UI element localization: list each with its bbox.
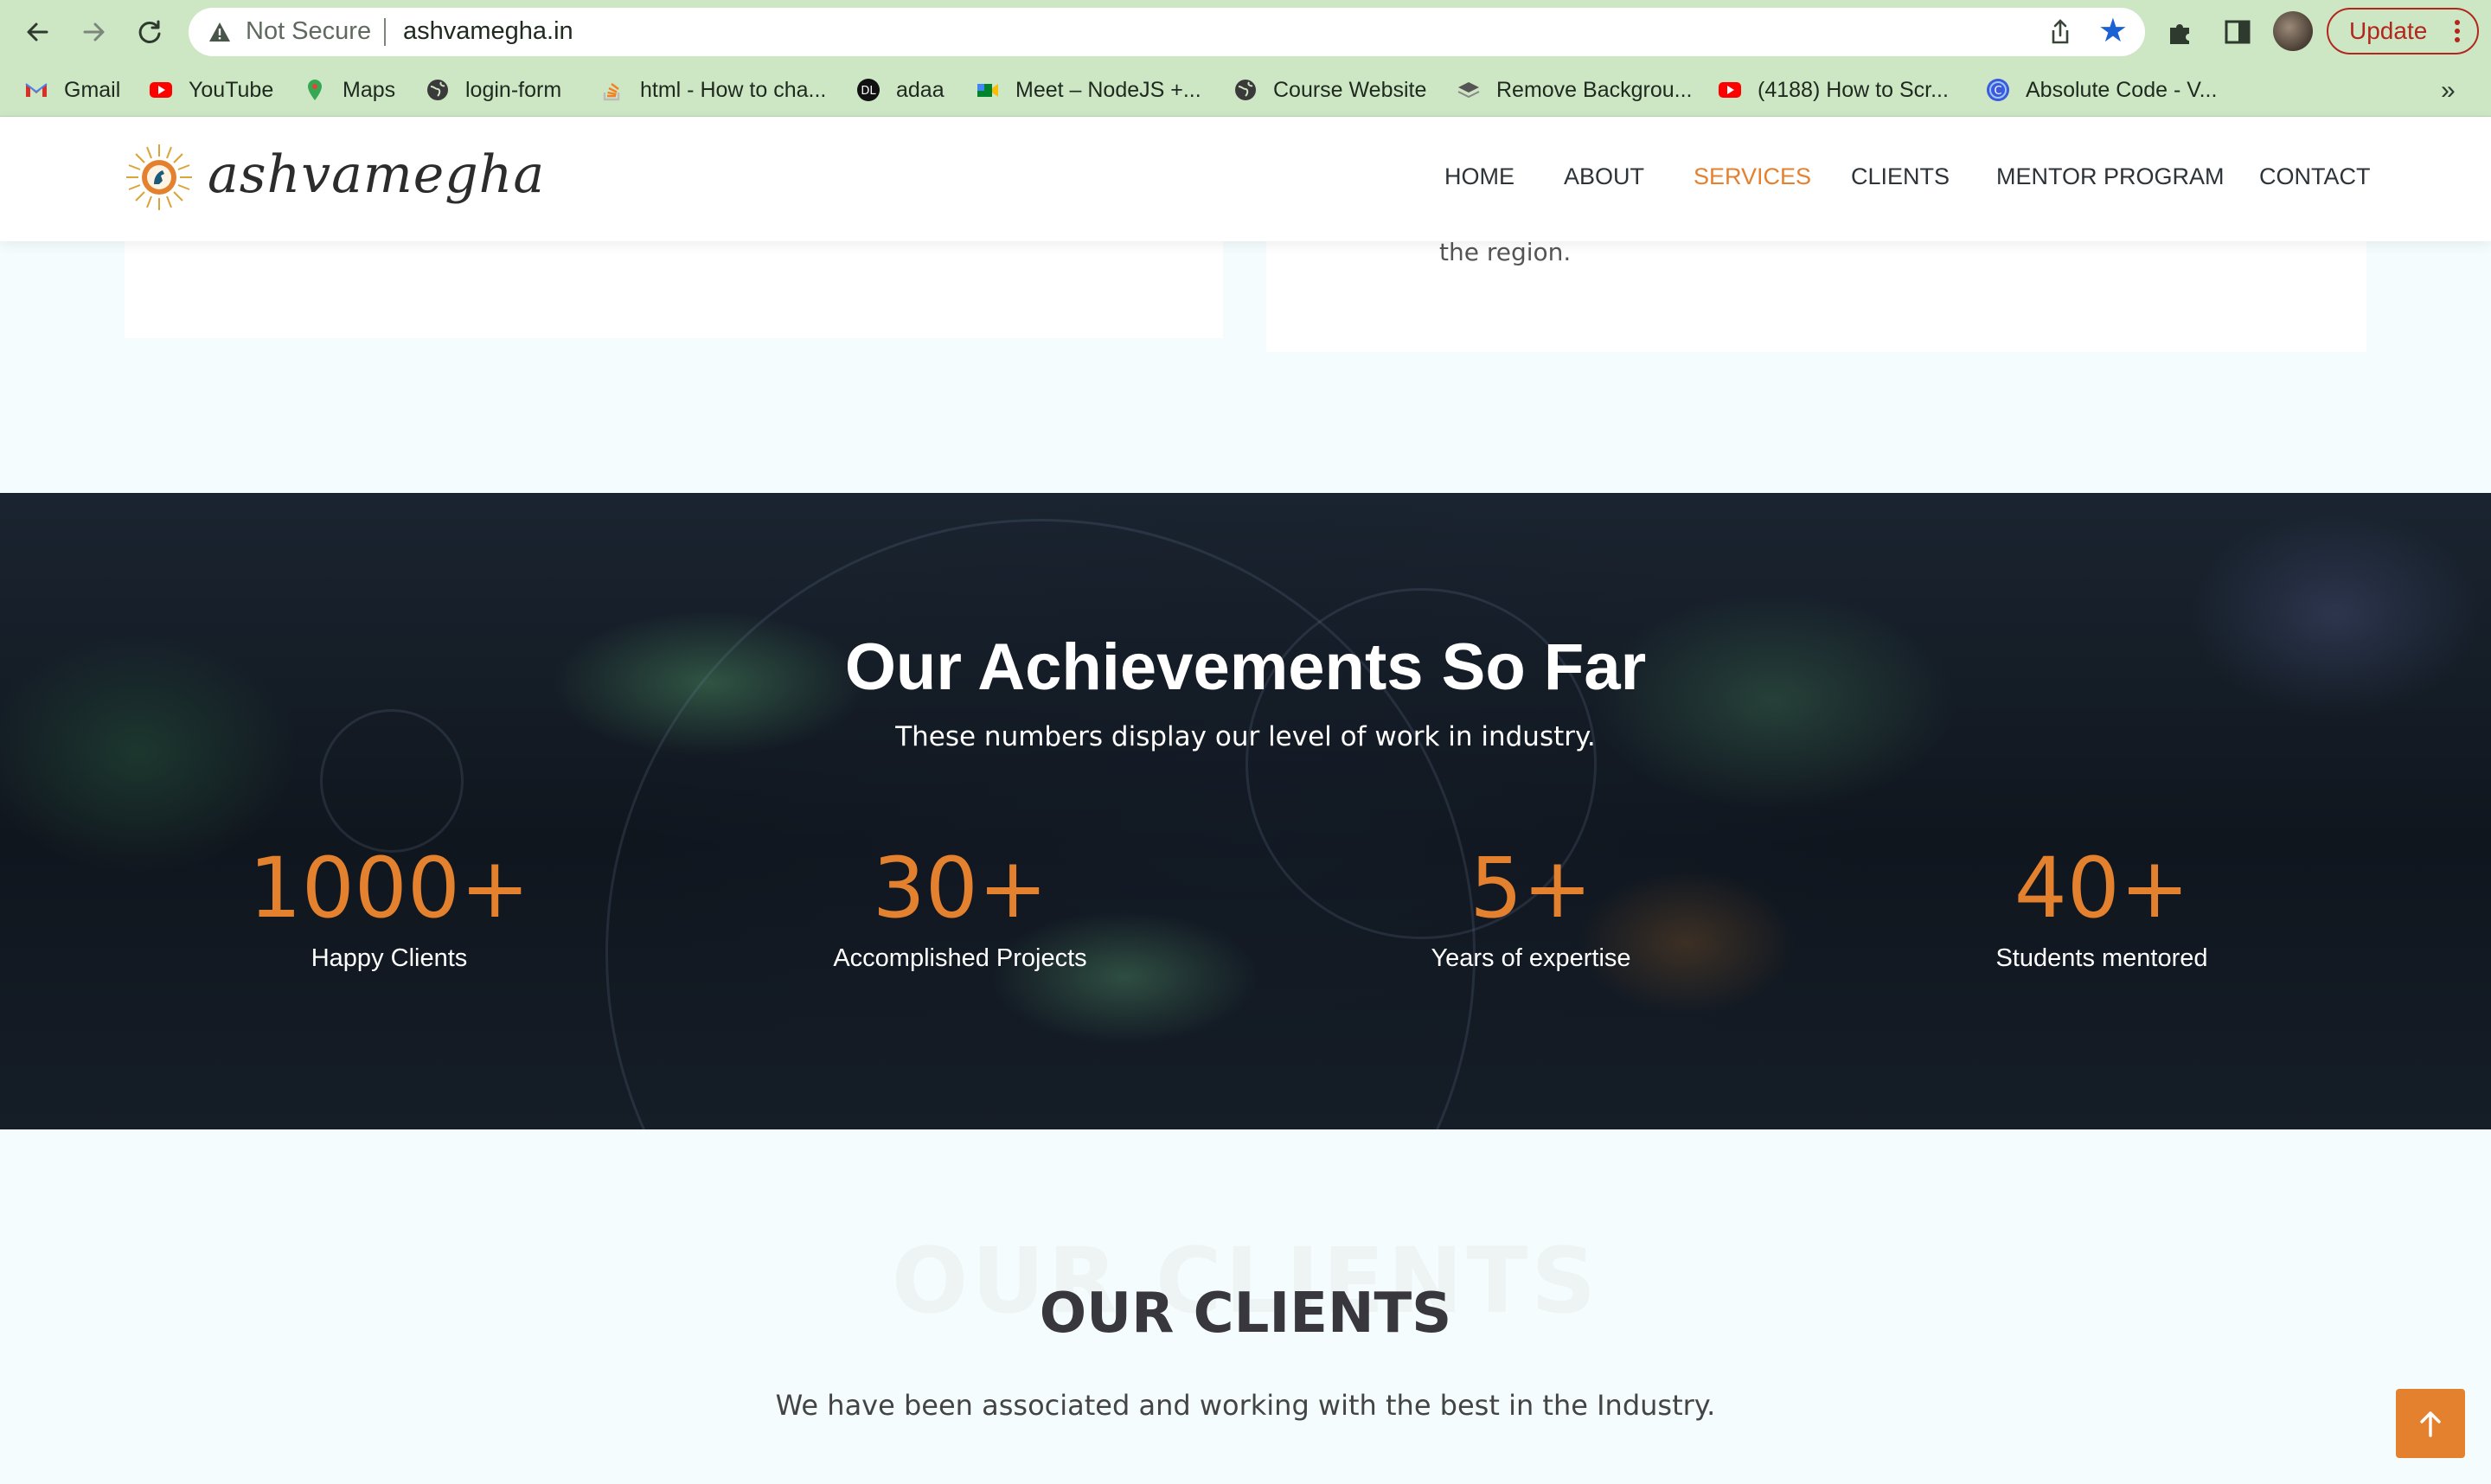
- service-card-text: the region.: [1439, 238, 1572, 266]
- bookmark-login-form[interactable]: login-form: [426, 76, 561, 104]
- bookmark-label: html - How to cha...: [640, 77, 827, 102]
- nav-services[interactable]: SERVICES: [1694, 163, 1811, 190]
- achievements-subtitle: These numbers display our level of work …: [895, 721, 1596, 752]
- stat-label: Happy Clients: [311, 944, 468, 972]
- achievements-title: Our Achievements So Far: [844, 630, 1647, 704]
- youtube-icon: [1719, 82, 1741, 98]
- svg-text:C: C: [1994, 85, 2001, 98]
- side-panel-icon[interactable]: [2219, 14, 2256, 50]
- stackoverflow-icon: [603, 83, 620, 101]
- stat-accomplished-projects: 30+ Accomplished Projects: [701, 841, 1220, 973]
- gmail-icon: [25, 83, 48, 97]
- clients-subtitle: We have been associated and working with…: [775, 1389, 1716, 1422]
- address-separator: [384, 18, 386, 46]
- stat-label: Students mentored: [1995, 944, 2208, 972]
- meet-icon: [977, 84, 998, 97]
- profile-avatar[interactable]: [2273, 11, 2313, 51]
- nav-clients[interactable]: CLIENTS: [1851, 163, 1950, 190]
- nav-mentor-program[interactable]: MENTOR PROGRAM: [1996, 163, 2225, 190]
- bookmark-how-to-scroll[interactable]: (4188) How to Scr...: [1718, 76, 1949, 104]
- bookmark-adaa[interactable]: DL adaa: [856, 76, 945, 104]
- bookmark-label: Course Website: [1273, 77, 1427, 102]
- youtube-icon: [150, 82, 172, 98]
- address-bar[interactable]: Not Secure ashvamegha.in ★: [189, 8, 2145, 56]
- bookmark-label: Meet – NodeJS +...: [1015, 77, 1201, 102]
- maps-icon: [308, 80, 322, 100]
- bookmarks-bar: Gmail YouTube Maps login-form html - How…: [0, 64, 2491, 117]
- bookmark-label: Gmail: [64, 77, 121, 102]
- stat-value: 40+: [2014, 840, 2190, 937]
- adaa-icon: DL: [857, 79, 880, 101]
- stat-value: 5+: [1470, 840, 1592, 937]
- stat-value: 30+: [872, 840, 1048, 937]
- bookmark-maps[interactable]: Maps: [303, 76, 395, 104]
- forward-arrow-icon[interactable]: [74, 12, 114, 52]
- bookmark-label: adaa: [896, 77, 945, 102]
- bookmark-label: (4188) How to Scr...: [1758, 77, 1949, 102]
- bookmark-absolute-code[interactable]: C Absolute Code - V...: [1986, 76, 2217, 104]
- stat-label: Accomplished Projects: [833, 944, 1087, 972]
- bookmark-label: Absolute Code - V...: [2026, 77, 2218, 102]
- security-status[interactable]: Not Secure: [246, 17, 371, 46]
- warning-icon[interactable]: [208, 20, 232, 44]
- stat-value: 1000+: [248, 840, 530, 937]
- bookmark-youtube[interactable]: YouTube: [149, 76, 273, 104]
- bookmark-meet[interactable]: Meet – NodeJS +...: [976, 76, 1201, 104]
- stat-happy-clients: 1000+ Happy Clients: [130, 841, 649, 973]
- service-card: the region.: [1266, 238, 2366, 352]
- bookmark-label: login-form: [465, 77, 562, 102]
- more-bookmarks-chevron[interactable]: »: [2441, 76, 2456, 106]
- arrow-up-icon: [2420, 1411, 2441, 1437]
- achievements-section: Our Achievements So Far These numbers di…: [0, 493, 2491, 1129]
- bookmark-label: YouTube: [189, 77, 274, 102]
- back-to-top-button[interactable]: [2396, 1389, 2465, 1458]
- bookmark-label: Maps: [343, 77, 396, 102]
- stat-students-mentored: 40+ Students mentored: [1842, 841, 2361, 973]
- bookmark-star-icon[interactable]: ★: [2098, 15, 2128, 48]
- nav-home[interactable]: HOME: [1444, 163, 1514, 190]
- update-button[interactable]: Update: [2327, 8, 2479, 54]
- back-arrow-icon[interactable]: [17, 12, 57, 52]
- bookmark-stackoverflow[interactable]: html - How to cha...: [600, 76, 826, 104]
- bookmark-gmail[interactable]: Gmail: [24, 76, 120, 104]
- globe-icon: [1235, 80, 1256, 100]
- stat-years-of-expertise: 5+ Years of expertise: [1271, 841, 1790, 973]
- nav-contact[interactable]: CONTACT: [2259, 163, 2371, 190]
- service-card: [125, 241, 1223, 338]
- bookmark-label: Remove Backgrou...: [1496, 77, 1693, 102]
- browser-toolbar: Not Secure ashvamegha.in ★ Update: [0, 0, 2491, 64]
- extensions-puzzle-icon[interactable]: [2162, 14, 2199, 50]
- globe-icon: [427, 80, 448, 100]
- clients-title: OUR CLIENTS: [1039, 1282, 1452, 1346]
- bookmark-remove-background[interactable]: Remove Backgrou...: [1457, 76, 1693, 104]
- absolute-code-icon: C: [1987, 79, 2009, 101]
- nav-about[interactable]: ABOUT: [1564, 163, 1644, 190]
- site-header: ashvamegha HOME ABOUT SERVICES CLIENTS M…: [0, 117, 2491, 241]
- stat-label: Years of expertise: [1431, 944, 1631, 972]
- bookmark-course-website[interactable]: Course Website: [1233, 76, 1426, 104]
- more-vert-icon[interactable]: [2455, 19, 2460, 43]
- share-icon[interactable]: [2046, 18, 2074, 46]
- site-logo-text[interactable]: ashvamegha: [208, 144, 545, 205]
- sun-horse-logo-icon[interactable]: [125, 143, 194, 212]
- layers-icon: [1457, 82, 1480, 99]
- reload-icon[interactable]: [130, 12, 170, 52]
- svg-text:DL: DL: [861, 85, 876, 98]
- update-label: Update: [2349, 17, 2428, 44]
- url-text[interactable]: ashvamegha.in: [403, 17, 573, 46]
